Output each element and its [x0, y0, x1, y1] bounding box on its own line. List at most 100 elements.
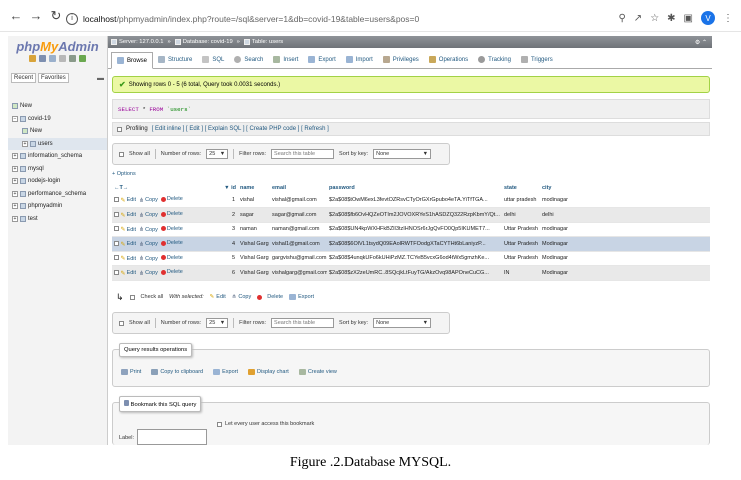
breadcrumb-database[interactable]: Database: covid-19 [174, 39, 233, 45]
logout-icon[interactable] [39, 55, 46, 62]
share-icon[interactable]: ↗ [634, 13, 642, 24]
header-id[interactable]: ▼ id [208, 182, 238, 193]
copy-button[interactable]: ⋔ Copy [139, 270, 158, 277]
cell-state[interactable]: IN [502, 265, 540, 281]
header-city[interactable]: city [540, 182, 710, 193]
row-checkbox[interactable] [114, 255, 119, 260]
favorites-tab[interactable]: Favorites [38, 73, 69, 83]
tab-insert[interactable]: Insert [268, 51, 303, 68]
cell-city[interactable]: Modinagar [540, 236, 710, 252]
show-all-checkbox[interactable] [119, 320, 124, 326]
tab-export[interactable]: Export [303, 51, 340, 68]
back-icon[interactable]: ← [8, 8, 24, 24]
cell-city[interactable]: Modinagar [540, 251, 710, 266]
home-icon[interactable] [29, 55, 36, 62]
row-checkbox[interactable] [114, 240, 119, 246]
copy-button[interactable]: ⋔ Copy [139, 197, 158, 204]
show-all-checkbox[interactable] [119, 151, 124, 157]
edit-button[interactable]: ✎ Edit [121, 226, 137, 234]
bulk-copy-button[interactable]: ⋔ Copy [232, 294, 251, 300]
edit-button[interactable]: ✎ Edit [121, 255, 137, 263]
copy-button[interactable]: ⋔ Copy [139, 226, 158, 234]
expand-icon[interactable]: + [12, 215, 18, 222]
cell-name[interactable]: vishal [238, 193, 270, 208]
row-checkbox[interactable] [114, 196, 119, 202]
profiling-checkbox[interactable] [117, 126, 122, 132]
tab-triggers[interactable]: Triggers [516, 51, 558, 68]
tab-operations[interactable]: Operations [424, 51, 473, 68]
tree-item-new-table[interactable]: New [8, 125, 107, 138]
filter-input[interactable]: Search this table [271, 318, 335, 328]
forward-icon[interactable]: → [28, 8, 44, 24]
tree-item-new[interactable]: New [8, 100, 107, 113]
cell-id[interactable]: 1 [208, 193, 238, 208]
sort-select[interactable]: None ▼ [373, 149, 432, 159]
cell-password[interactable]: $2a$08$tOwM6exL3fevtOZRsvCTyOrGXrGpubo4e… [327, 193, 502, 208]
header-state[interactable]: state [502, 182, 540, 193]
cell-email[interactable]: vishal1@gmail.com [270, 236, 327, 252]
cell-city[interactable]: modinagar [540, 222, 710, 237]
row-checkbox[interactable] [114, 211, 119, 217]
breadcrumb-table[interactable]: Table: users [243, 39, 283, 45]
cell-password[interactable]: $2a$08$UN4kpWXHFkBZlI3tzIHNOSr6rJgQvFO0Q… [327, 222, 502, 237]
check-all-checkbox[interactable] [129, 294, 135, 300]
cell-state[interactable]: uttar pradesh [502, 193, 540, 208]
delete-button[interactable]: Delete [160, 196, 183, 202]
cell-state[interactable]: Uttar Pradesh [502, 251, 540, 266]
header-password[interactable]: password [327, 182, 502, 193]
copy-button[interactable]: ⋔ Copy [139, 241, 158, 248]
delete-button[interactable]: Delete [160, 255, 183, 261]
delete-button[interactable]: Delete [160, 211, 183, 217]
header-email[interactable]: email [270, 182, 327, 193]
tree-item-information-schema[interactable]: + information_schema [8, 150, 107, 163]
cell-email[interactable]: vishal@gmail.com [270, 193, 327, 208]
reload-nav-icon[interactable] [79, 55, 86, 62]
delete-button[interactable]: Delete [160, 269, 183, 275]
create-view-button[interactable]: Create view [298, 369, 337, 375]
export-results-button[interactable]: Export [213, 369, 238, 375]
tab-browse[interactable]: Browse [111, 52, 154, 69]
bulk-delete-button[interactable]: Delete [257, 294, 283, 300]
expand-icon[interactable]: + [22, 140, 28, 147]
cell-name[interactable]: Vishal Garg [238, 265, 270, 281]
cell-state[interactable]: delhi [502, 207, 540, 223]
collapse-icon[interactable]: − [12, 115, 18, 122]
cell-id[interactable]: 5 [208, 251, 238, 266]
expand-icon[interactable]: + [12, 178, 18, 185]
tree-item-covid-19[interactable]: − covid-19 [8, 113, 107, 126]
cell-name[interactable]: sagar [238, 207, 270, 223]
cell-city[interactable]: modinagar [540, 193, 710, 208]
options-link[interactable]: + Options [112, 171, 136, 177]
tree-item-performance-schema[interactable]: + performance_schema [8, 188, 107, 201]
edit-button[interactable]: ✎ Edit [121, 212, 137, 219]
tab-tracking[interactable]: Tracking [473, 51, 516, 68]
cell-name[interactable]: naman [238, 222, 270, 237]
cell-state[interactable]: Uttar Pradesh [502, 222, 540, 237]
tab-privileges[interactable]: Privileges [378, 51, 424, 68]
cell-city[interactable]: Modinagar [540, 265, 710, 281]
docs-icon[interactable] [49, 55, 56, 62]
cell-password[interactable]: $2a$08$fb6OvHQZeOTIm2JOVOXRYeS1hASDZQ322… [327, 207, 502, 223]
header-name[interactable]: name [238, 182, 270, 193]
copy-button[interactable]: ⋔ Copy [139, 212, 158, 219]
zoom-icon[interactable]: ⚲ [618, 13, 625, 24]
tab-search[interactable]: Search [229, 51, 268, 68]
rows-select[interactable]: 25 ▼ [206, 318, 229, 328]
cell-email[interactable]: naman@gmail.com [270, 222, 327, 237]
bulk-export-button[interactable]: Export [289, 294, 314, 300]
expand-icon[interactable]: + [12, 165, 18, 172]
reload-icon[interactable]: ↻ [48, 8, 64, 24]
bookmark-label-input[interactable] [137, 429, 207, 445]
cell-id[interactable]: 2 [208, 207, 238, 223]
display-chart-button[interactable]: Display chart [248, 369, 289, 375]
row-checkbox[interactable] [114, 226, 119, 231]
cell-city[interactable]: delhi [540, 207, 710, 223]
edit-button[interactable]: ✎ Edit [121, 270, 137, 277]
expand-icon[interactable]: + [12, 190, 18, 197]
recent-tab[interactable]: Recent [11, 73, 37, 83]
edit-button[interactable]: ✎ Edit [121, 197, 137, 204]
print-button[interactable]: Print [121, 369, 141, 375]
extensions-icon[interactable]: ✱ [667, 13, 675, 24]
cell-email[interactable]: vishalgarg@gmail.com [270, 265, 327, 281]
settings-gear-icon[interactable]: ⚙ ⌃ [695, 39, 707, 46]
